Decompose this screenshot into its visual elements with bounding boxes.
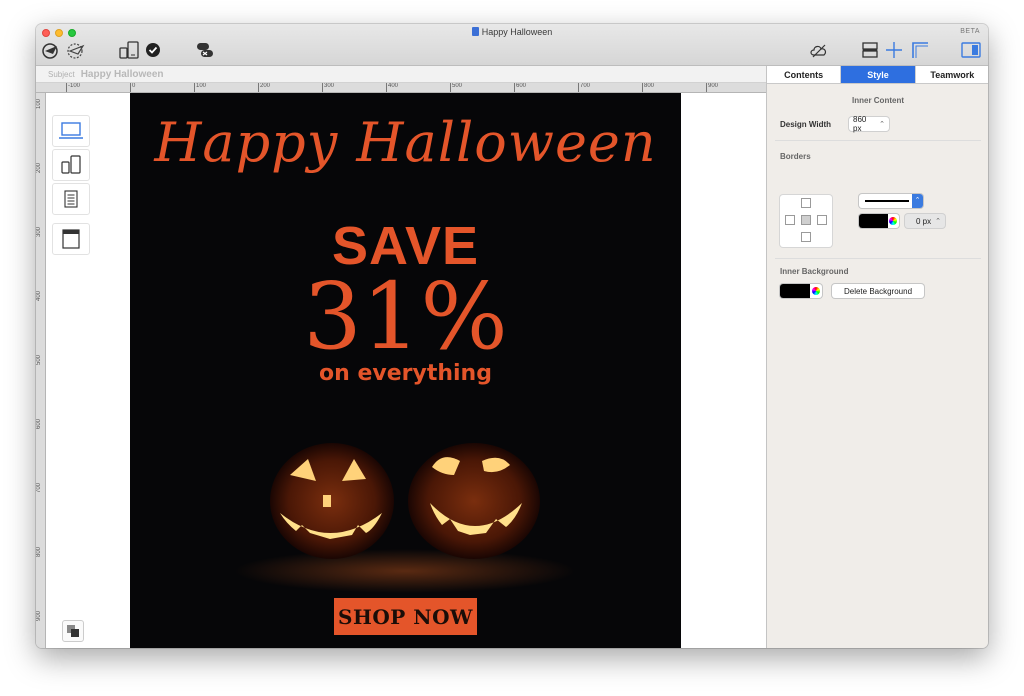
ruler-h-label: 0 — [130, 83, 135, 92]
inner-background-title: Inner Background — [780, 267, 849, 276]
inspector-tabs: Contents Style Teamwork — [767, 66, 988, 84]
left-pumpkin — [270, 443, 394, 559]
ruler-h-label: 600 — [514, 83, 526, 92]
border-all-toggle[interactable] — [801, 215, 811, 225]
editor-canvas[interactable]: Happy Halloween SAVE 31% on everything S… — [46, 93, 766, 648]
guides-icon[interactable] — [910, 40, 930, 60]
inner-content-title: Inner Content — [852, 96, 904, 105]
tab-contents[interactable]: Contents — [767, 66, 842, 83]
ruler-h-label: -100 — [66, 83, 80, 92]
desktop-preview-button[interactable] — [52, 115, 90, 147]
background-color-well[interactable] — [780, 284, 822, 298]
ruler-v-label: 800 — [36, 546, 42, 557]
ruler-v-label: 100 — [36, 98, 42, 109]
web-preview-button[interactable] — [52, 223, 90, 255]
border-color-swatch — [859, 214, 888, 228]
horizontal-ruler: -100 0 100 200 300 400 500 600 700 800 9… — [36, 83, 766, 93]
crosshair-icon[interactable] — [884, 40, 904, 60]
border-left-toggle[interactable] — [785, 215, 795, 225]
window-title: Happy Halloween — [36, 27, 988, 37]
email-heading[interactable]: Happy Halloween — [130, 111, 681, 174]
border-color-well[interactable] — [859, 214, 899, 228]
devices-icon[interactable] — [118, 40, 140, 60]
ruler-v-label: 700 — [36, 482, 42, 493]
delete-background-button[interactable]: Delete Background — [832, 284, 924, 298]
text-preview-button[interactable] — [52, 183, 90, 215]
beta-badge: BETA — [960, 28, 980, 35]
ground-glow — [235, 549, 575, 593]
shop-now-button[interactable]: SHOP NOW — [334, 598, 477, 635]
send-icon[interactable] — [40, 40, 62, 60]
right-pumpkin — [408, 443, 540, 559]
section-divider — [775, 258, 981, 259]
design-width-label: Design Width — [780, 120, 832, 129]
ruler-h-label: 700 — [578, 83, 590, 92]
border-width-value: 0 px — [916, 216, 932, 226]
layers-icon — [67, 625, 79, 637]
mobile-preview-button[interactable] — [52, 149, 90, 181]
borders-title: Borders — [780, 152, 811, 161]
tab-style[interactable]: Style — [841, 66, 916, 83]
ruler-h-label: 200 — [258, 83, 270, 92]
section-divider — [775, 140, 981, 141]
laptop-icon — [59, 122, 83, 139]
window-title-text: Happy Halloween — [481, 27, 553, 37]
discount-subtext[interactable]: on everything — [130, 361, 681, 386]
border-style-select[interactable]: ⌃ — [859, 194, 923, 208]
color-wheel-icon — [889, 217, 897, 225]
select-arrow-icon: ⌃ — [912, 194, 923, 208]
ruler-h-label: 100 — [194, 83, 206, 92]
stepper-arrows-icon[interactable]: ⌃ — [935, 217, 941, 225]
discount-percentage[interactable]: 31% — [130, 271, 681, 363]
email-design[interactable]: Happy Halloween SAVE 31% on everything S… — [130, 93, 681, 648]
document-lines-icon — [64, 190, 78, 208]
subject-label: Subject — [48, 69, 75, 79]
ruler-v-label: 300 — [36, 226, 42, 237]
ruler-v-label: 900 — [36, 610, 42, 621]
border-width-stepper[interactable]: 0 px ⌃ — [905, 214, 945, 228]
cloud-sync-icon[interactable] — [808, 40, 830, 60]
border-style-line — [865, 200, 909, 202]
subject-bar: Subject Happy Halloween — [36, 66, 766, 83]
browser-icon — [62, 229, 80, 249]
design-width-stepper[interactable]: 860 px ⌃ — [849, 115, 889, 133]
ruler-v-label: 200 — [36, 162, 42, 173]
title-bar: Happy Halloween BETA — [36, 24, 988, 66]
left-pumpkin-nose — [323, 495, 331, 507]
layout-icon[interactable] — [860, 40, 880, 60]
ruler-h-label: 900 — [706, 83, 718, 92]
preview-icon[interactable] — [64, 40, 88, 60]
border-sides-selector[interactable] — [780, 195, 832, 247]
border-bottom-toggle[interactable] — [801, 232, 811, 242]
tab-teamwork[interactable]: Teamwork — [915, 66, 988, 83]
pumpkins-image[interactable] — [130, 403, 681, 593]
color-wheel-icon — [812, 287, 820, 295]
ruler-v-label: 400 — [36, 290, 42, 301]
vertical-ruler: 100 200 300 400 500 600 700 800 900 — [36, 93, 46, 648]
ruler-v-label: 600 — [36, 418, 42, 429]
subject-input[interactable]: Happy Halloween — [81, 69, 164, 80]
inspector-panel: Contents Style Teamwork Inner Content De… — [766, 66, 988, 648]
devices-icon — [61, 155, 81, 174]
ruler-h-label: 800 — [642, 83, 654, 92]
design-width-value: 860 px — [853, 115, 867, 133]
ruler-h-label: 400 — [386, 83, 398, 92]
ruler-v-label: 500 — [36, 354, 42, 365]
document-icon — [471, 27, 479, 36]
layers-button[interactable] — [62, 620, 84, 642]
stepper-arrows-icon[interactable]: ⌃ — [879, 120, 885, 128]
background-color-swatch — [780, 284, 810, 298]
app-window: Happy Halloween BETA Subject Happy Hallo… — [36, 24, 988, 648]
border-right-toggle[interactable] — [817, 215, 827, 225]
border-top-toggle[interactable] — [801, 198, 811, 208]
panel-toggle-icon[interactable] — [960, 40, 982, 60]
link-icon[interactable] — [194, 40, 216, 60]
ruler-h-label: 300 — [322, 83, 334, 92]
check-icon[interactable] — [144, 40, 162, 60]
ruler-h-label: 500 — [450, 83, 462, 92]
